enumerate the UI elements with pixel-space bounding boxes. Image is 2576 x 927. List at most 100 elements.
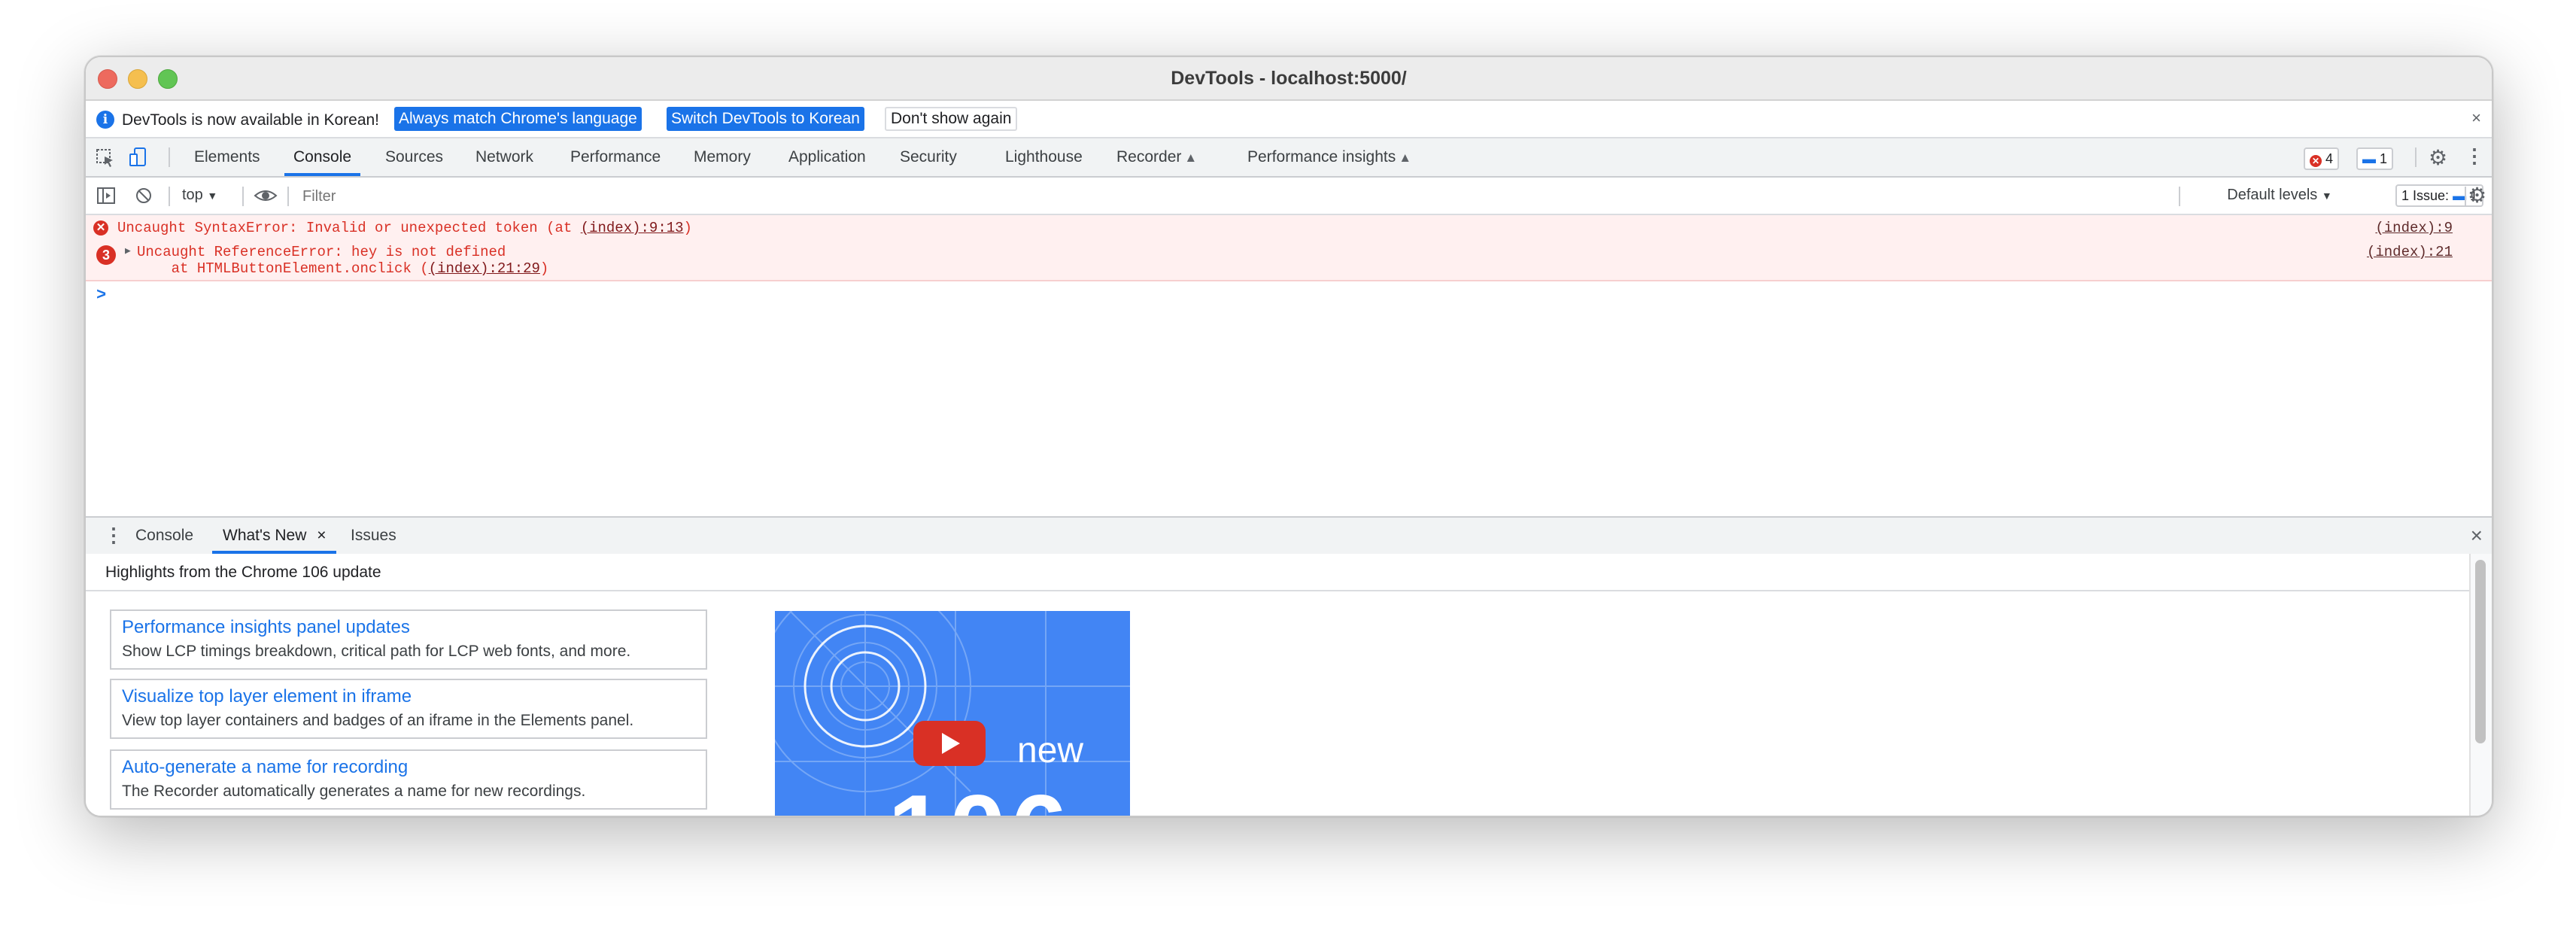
drawer-tab-console[interactable]: Console (135, 518, 193, 554)
caret-down-icon: ▼ (2321, 190, 2332, 202)
feature-card-title[interactable]: Auto-generate a name for recording (122, 757, 408, 778)
tab-network[interactable]: Network (475, 138, 533, 176)
live-expression-eye-icon[interactable] (253, 184, 278, 211)
feature-card-description: View top layer containers and badges of … (122, 712, 634, 729)
error-count-badge[interactable]: ✕ 4 (2304, 147, 2340, 170)
error-source-link[interactable]: (index):21 (2367, 244, 2453, 260)
tab-recorder-label: Recorder (1116, 148, 1182, 166)
expand-triangle-icon[interactable]: ▶ (125, 245, 131, 257)
scrollbar-thumb[interactable] (2475, 560, 2486, 743)
toolbar-divider (2415, 147, 2417, 167)
console-toolbar: top ▼ Default levels ▼ 1 Issue: ▬ 1 ⚙ (86, 178, 2492, 215)
tab-lighthouse[interactable]: Lighthouse (1005, 138, 1083, 176)
close-drawer-icon[interactable]: × (2471, 524, 2483, 548)
repeat-count-badge: 3 (96, 245, 116, 265)
drawer-menu-icon[interactable]: ⋮ (104, 524, 123, 547)
video-thumbnail[interactable]: new 106 (775, 611, 1130, 816)
whats-new-title: Highlights from the Chrome 106 update (105, 564, 381, 581)
caret-down-icon: ▼ (207, 190, 218, 202)
dont-show-again-button[interactable]: Don't show again (885, 107, 1018, 131)
whats-new-content: Performance insights panel updates Show … (86, 591, 2471, 816)
tab-performance-insights-label: Performance insights (1247, 148, 1396, 166)
drawer-tab-bar: ⋮ Console What's New × Issues × (86, 516, 2492, 555)
stack-trace-line: at HTMLButtonElement.onclick ((index):21… (137, 260, 549, 277)
close-tab-icon[interactable]: × (317, 527, 326, 544)
switch-to-korean-button[interactable]: Switch DevTools to Korean (667, 107, 864, 131)
tab-sources[interactable]: Sources (385, 138, 443, 176)
whats-new-scrollbar[interactable] (2469, 554, 2492, 816)
show-sidebar-icon[interactable] (96, 186, 116, 209)
error-icon: ✕ (2310, 155, 2322, 167)
window-title: DevTools - localhost:5000/ (1171, 68, 1407, 89)
error-text-suffix: ) (683, 220, 692, 236)
play-button[interactable] (913, 721, 986, 766)
language-infobar: i DevTools is now available in Korean! A… (86, 101, 2492, 138)
log-levels-dropdown[interactable]: Default levels ▼ (2180, 187, 2379, 206)
tab-performance-insights[interactable]: Performance insights ▲ (1247, 138, 1411, 176)
tab-performance[interactable]: Performance (570, 138, 661, 176)
error-source-link[interactable]: (index):9 (2375, 220, 2453, 236)
toolbar-divider (242, 187, 244, 206)
feature-card[interactable]: Performance insights panel updates Show … (110, 609, 707, 670)
toolbar-divider (169, 187, 170, 206)
error-text: Uncaught SyntaxError: Invalid or unexpec… (117, 220, 581, 236)
title-bar: DevTools - localhost:5000/ (86, 57, 2492, 101)
toolbar-divider (169, 147, 170, 167)
tab-application[interactable]: Application (788, 138, 866, 176)
video-version-text: 106 (888, 772, 1072, 816)
context-selector-label: top (182, 187, 203, 203)
tab-recorder[interactable]: Recorder ▲ (1116, 138, 1197, 176)
device-toolbar-icon[interactable] (128, 147, 149, 172)
feature-card[interactable]: Auto-generate a name for recording The R… (110, 749, 707, 810)
feature-card-description: Show LCP timings breakdown, critical pat… (122, 643, 631, 660)
drawer-tab-issues[interactable]: Issues (351, 518, 396, 554)
error-text: Uncaught ReferenceError: hey is not defi… (137, 244, 506, 260)
feature-card-title[interactable]: Performance insights panel updates (122, 617, 410, 638)
infobar-close-icon[interactable]: × (2471, 108, 2481, 128)
stack-location-link[interactable]: (index):21:29 (429, 260, 540, 277)
video-new-text: new (1017, 731, 1084, 770)
context-selector[interactable]: top ▼ (182, 187, 217, 204)
experiment-flask-icon: ▲ (1184, 150, 1198, 165)
feature-card[interactable]: Visualize top layer element in iframe Vi… (110, 679, 707, 739)
settings-gear-icon[interactable]: ⚙ (2429, 145, 2447, 170)
console-prompt[interactable]: > (96, 286, 106, 305)
tab-elements[interactable]: Elements (194, 138, 260, 176)
drawer-tab-whats-new[interactable]: What's New × (211, 518, 338, 554)
tab-console[interactable]: Console (284, 138, 361, 176)
info-icon: i (96, 111, 114, 129)
error-icon: ✕ (93, 220, 108, 236)
more-options-icon[interactable]: ⋮ (2465, 144, 2484, 168)
console-settings-gear-icon[interactable]: ⚙ (2468, 183, 2486, 208)
console-error-message: 3 ▶ Uncaught ReferenceError: hey is not … (86, 241, 2492, 281)
error-count: 4 (2325, 151, 2334, 166)
console-output[interactable]: ✕ Uncaught SyntaxError: Invalid or unexp… (86, 215, 2492, 516)
tab-memory[interactable]: Memory (694, 138, 751, 176)
devtools-window: DevTools - localhost:5000/ i DevTools is… (84, 56, 2493, 817)
error-location-link[interactable]: (index):9:13 (581, 220, 684, 236)
stack-trace-prefix: at HTMLButtonElement.onclick ( (137, 260, 429, 277)
whats-new-header: Highlights from the Chrome 106 update (86, 554, 2471, 591)
error-text-line: Uncaught SyntaxError: Invalid or unexpec… (117, 220, 692, 236)
play-icon (942, 733, 960, 754)
feature-card-description: The Recorder automatically generates a n… (122, 783, 586, 800)
infobar-message: DevTools is now available in Korean! (122, 111, 380, 129)
message-count-badge[interactable]: ▬ 1 (2356, 147, 2394, 170)
drawer-tab-whats-new-label: What's New (223, 527, 307, 544)
inspect-element-icon[interactable] (95, 147, 116, 172)
message-count: 1 (2380, 151, 2388, 166)
stack-trace-suffix: ) (539, 260, 549, 277)
filter-input[interactable] (296, 187, 2189, 206)
tab-security[interactable]: Security (900, 138, 957, 176)
always-match-language-button[interactable]: Always match Chrome's language (394, 107, 642, 131)
issues-label: 1 Issue: (2401, 188, 2450, 203)
toolbar-divider (287, 187, 289, 206)
console-error-message: ✕ Uncaught SyntaxError: Invalid or unexp… (86, 215, 2492, 242)
main-tab-bar: Elements Console Sources Network Perform… (86, 138, 2492, 178)
toolbar-divider (2465, 187, 2466, 206)
log-levels-label: Default levels (2227, 187, 2318, 203)
clear-console-icon[interactable] (134, 186, 153, 209)
message-icon: ▬ (2362, 151, 2376, 166)
feature-card-title[interactable]: Visualize top layer element in iframe (122, 686, 412, 707)
experiment-flask-icon: ▲ (1399, 150, 1412, 165)
